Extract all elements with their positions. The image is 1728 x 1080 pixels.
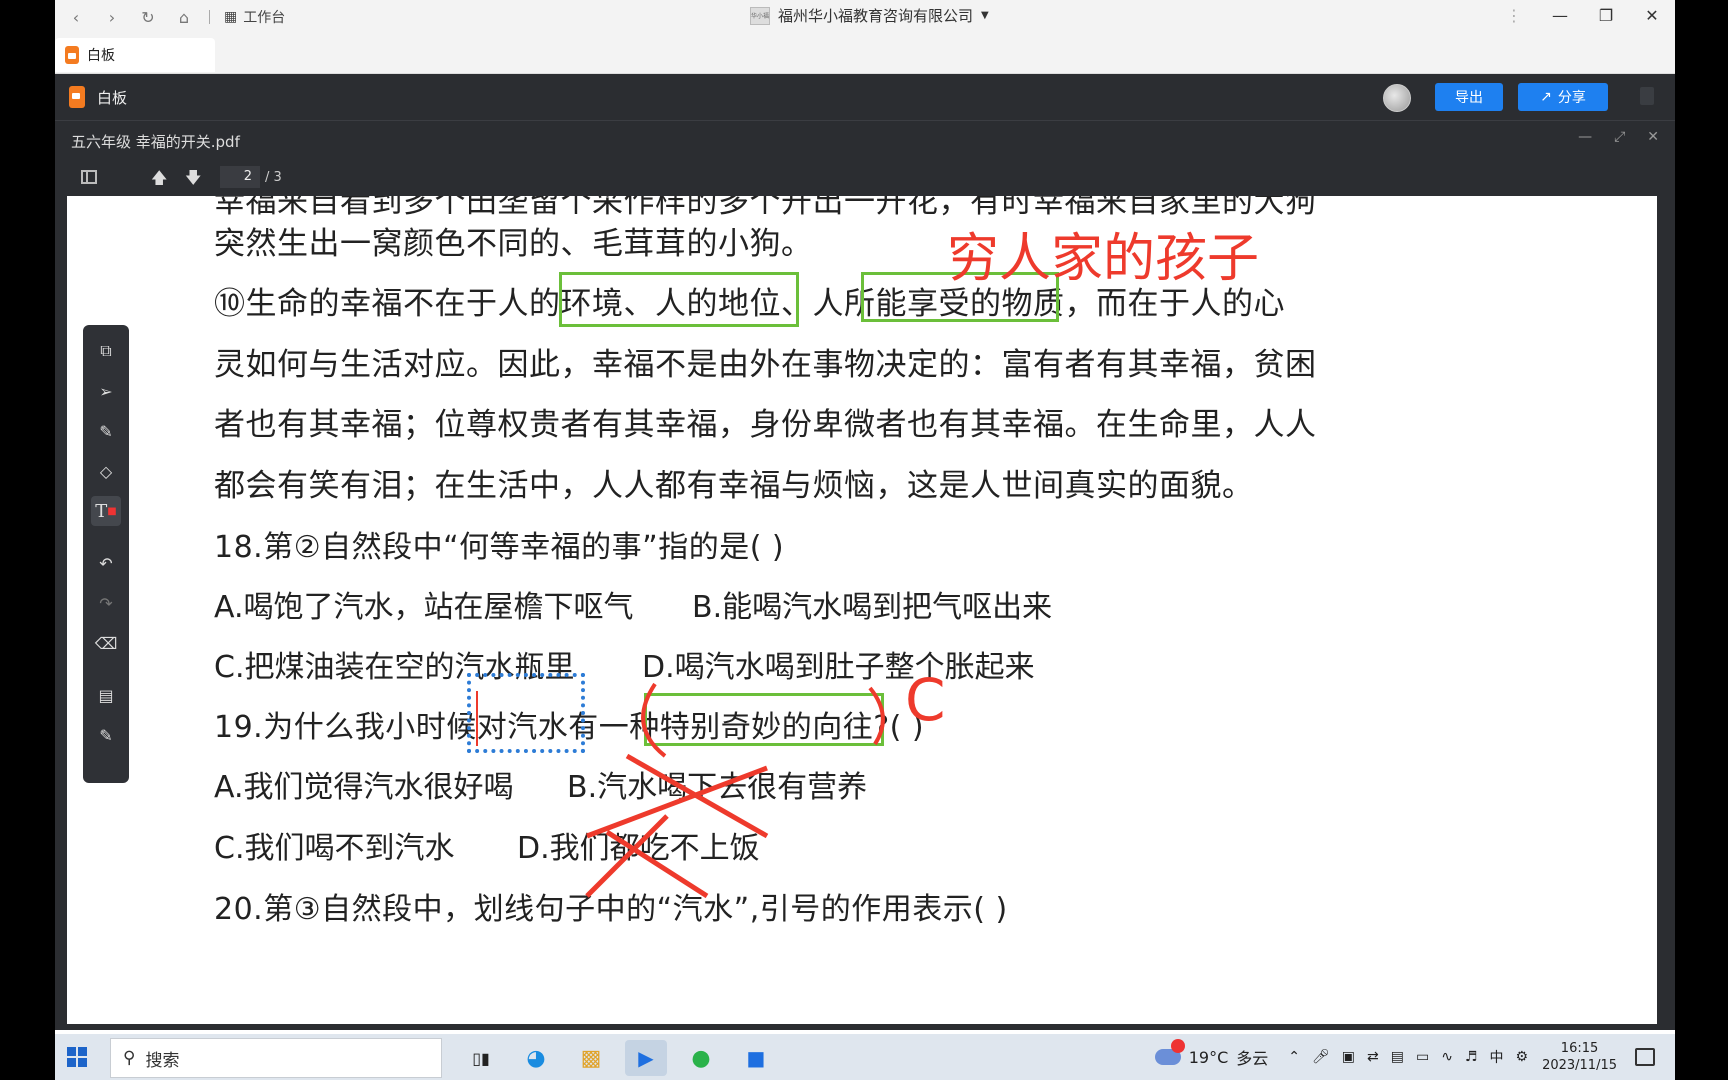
- select-icon[interactable]: ➢: [83, 371, 129, 411]
- ime-indicator[interactable]: 中: [1490, 1047, 1504, 1067]
- windows-start-icon[interactable]: [67, 1047, 87, 1067]
- ink-strokes: [476, 682, 885, 899]
- screen: ‹ › ↻ ⌂ ▦ 工作台 华小福 福州华小福教育咨询有限公司 ▼ ⋮ — ❐ …: [55, 0, 1675, 1080]
- search-label: 搜索: [145, 1050, 180, 1071]
- weather-desc: 多云: [1236, 1049, 1269, 1068]
- document-titlebar: 五六年级 幸福的开关.pdf — ⤢ ✕: [55, 120, 1675, 160]
- back-icon[interactable]: ‹: [65, 6, 87, 28]
- task-view-icon[interactable]: ▯▮: [460, 1040, 502, 1076]
- nav-divider: [209, 10, 210, 24]
- weather-widget[interactable]: 19°C 多云: [1154, 1039, 1269, 1069]
- forward-icon[interactable]: ›: [101, 6, 123, 28]
- system-tray: 19°C 多云 ⌃ 🎤︎ ▣ ⇄ ▤ ▭ ∿ ♬ 中 ⚙ 16:15 2023/…: [1154, 1034, 1675, 1080]
- export-label: 导出: [1455, 90, 1483, 106]
- share-icon: ↗: [1540, 89, 1552, 105]
- notification-icon[interactable]: [1635, 1048, 1655, 1066]
- home-icon[interactable]: ⌂: [173, 6, 195, 28]
- workspace-label: 工作台: [243, 10, 286, 26]
- next-page-icon[interactable]: 🡇: [185, 167, 201, 194]
- drawing-toolbox: ⧉ ➢ ✎ ◇ T ■ ↶ ↷ ⌫ ▤ ✎: [83, 325, 129, 783]
- close-icon[interactable]: ✕: [1629, 0, 1675, 30]
- workspace-button[interactable]: ▦ 工作台: [224, 7, 285, 27]
- sync-icon[interactable]: ⇄: [1367, 1049, 1379, 1065]
- restore-icon[interactable]: ❐: [1583, 0, 1629, 30]
- ime-options-icon[interactable]: ⚙: [1516, 1049, 1529, 1065]
- search-icon: ⚲: [123, 1048, 136, 1068]
- prev-page-icon[interactable]: 🡅: [151, 167, 167, 194]
- share-label: 分享: [1557, 90, 1586, 106]
- document-window-controls: — ⤢ ✕: [1578, 129, 1659, 145]
- toolbox-icon[interactable]: ▤: [83, 675, 129, 715]
- text-icon[interactable]: T ■: [83, 491, 129, 531]
- app-title: 白板: [69, 86, 127, 108]
- fullscreen-icon[interactable]: ⤢: [1614, 129, 1625, 145]
- wechat-icon[interactable]: ●: [680, 1040, 722, 1076]
- taskbar-search[interactable]: ⚲ 搜索: [110, 1038, 442, 1078]
- tab-whiteboard[interactable]: 白板: [55, 38, 215, 72]
- battery-icon[interactable]: ▭: [1416, 1049, 1429, 1065]
- app-title-label: 白板: [97, 88, 128, 107]
- avatar[interactable]: [1383, 84, 1411, 112]
- export-button[interactable]: 导出: [1435, 83, 1503, 111]
- redo-icon[interactable]: ↷: [83, 583, 129, 623]
- tab-label: 白板: [87, 48, 115, 64]
- page-total: / 3: [265, 170, 282, 185]
- network-activity-icon[interactable]: ▤: [1391, 1049, 1404, 1065]
- grid-icon: ▦: [224, 9, 238, 25]
- tool-divider: [83, 531, 129, 543]
- browser-nav: ‹ › ↻ ⌂ ▦ 工作台: [65, 6, 285, 28]
- org-name: 福州华小福教育咨询有限公司: [778, 7, 974, 25]
- org-logo-text: 华小福: [751, 13, 770, 20]
- shape-icon[interactable]: ◇: [83, 451, 129, 491]
- browser-titlebar: ‹ › ↻ ⌂ ▦ 工作台 华小福 福州华小福教育咨询有限公司 ▼ ⋮ — ❐ …: [55, 0, 1675, 34]
- document-filename: 五六年级 幸福的开关.pdf: [71, 133, 240, 151]
- volume-icon[interactable]: ♬: [1465, 1049, 1478, 1065]
- whiteboard-taskbar-icon[interactable]: ▶: [625, 1040, 667, 1076]
- app-tray-icon[interactable]: ▣: [1342, 1049, 1355, 1065]
- cloud-icon: [1154, 1039, 1185, 1065]
- clock[interactable]: 16:15 2023/11/15: [1542, 1040, 1617, 1074]
- eraser-icon[interactable]: ⌫: [83, 623, 129, 663]
- minimize-icon[interactable]: —: [1537, 0, 1583, 30]
- pdf-viewer: 幸福来自看到多个田垄留个采作样的多个开出一开花，有时幸福来自家里的大狗 突然生出…: [55, 196, 1675, 1030]
- refresh-icon[interactable]: ↻: [137, 6, 159, 28]
- app-header: 白板 导出 ↗ 分享: [55, 74, 1675, 120]
- ink-paren-left[interactable]: [641, 682, 667, 758]
- edge-icon[interactable]: ◕: [515, 1040, 557, 1076]
- wifi-icon[interactable]: ∿: [1441, 1049, 1453, 1065]
- sidebar-toggle-icon[interactable]: [81, 170, 97, 184]
- pen-icon[interactable]: ✎: [83, 411, 129, 451]
- tool-divider: [83, 663, 129, 675]
- whiteboard-app-icon: [69, 86, 85, 108]
- insert-page-icon[interactable]: ⧉: [83, 331, 129, 371]
- weather-temp: 19°C: [1188, 1047, 1229, 1067]
- whiteboard-app-icon: [65, 46, 79, 64]
- org-switcher[interactable]: 华小福 福州华小福教育咨询有限公司 ▼: [750, 5, 989, 26]
- ink-cross-line[interactable]: [585, 814, 669, 898]
- clock-date: 2023/11/15: [1542, 1058, 1617, 1073]
- minimize-icon[interactable]: —: [1578, 129, 1592, 145]
- file-explorer-icon[interactable]: ▩: [570, 1040, 612, 1076]
- close-icon[interactable]: ✕: [1647, 129, 1659, 145]
- edit-icon[interactable]: ✎: [83, 715, 129, 755]
- video-app-icon[interactable]: ■: [735, 1040, 777, 1076]
- share-button[interactable]: ↗ 分享: [1518, 83, 1608, 111]
- taskbar: ⚲ 搜索 ▯▮ ◕ ▩ ▶ ● ■ 19°C 多云 ⌃ 🎤︎ ▣ ⇄ ▤ ▭ ∿…: [55, 1034, 1675, 1080]
- browser-tabbar: 白板: [55, 34, 1675, 74]
- pdf-toolbar: 🡅 🡇 2 / 3: [55, 160, 1675, 196]
- more-icon[interactable]: ⋮: [1491, 0, 1537, 30]
- tray-icons: ⌃ 🎤︎ ▣ ⇄ ▤ ▭ ∿ ♬ 中 ⚙: [1288, 1047, 1528, 1067]
- window-controls: ⋮ — ❐ ✕: [1491, 0, 1675, 30]
- ink-paren-right[interactable]: [868, 686, 885, 746]
- org-logo: 华小福: [750, 6, 770, 25]
- page-number-input[interactable]: 2: [220, 166, 260, 188]
- trash-icon[interactable]: [1640, 87, 1654, 105]
- undo-icon[interactable]: ↶: [83, 543, 129, 583]
- chevron-down-icon: ▼: [981, 10, 989, 21]
- pdf-page[interactable]: 幸福来自看到多个田垄留个采作样的多个开出一开花，有时幸福来自家里的大狗 突然生出…: [67, 196, 1657, 1024]
- ink-cross-line[interactable]: [586, 765, 768, 839]
- chevron-up-icon[interactable]: ⌃: [1288, 1049, 1300, 1065]
- microphone-icon[interactable]: 🎤︎: [1312, 1049, 1330, 1065]
- clock-time: 16:15: [1560, 1041, 1599, 1056]
